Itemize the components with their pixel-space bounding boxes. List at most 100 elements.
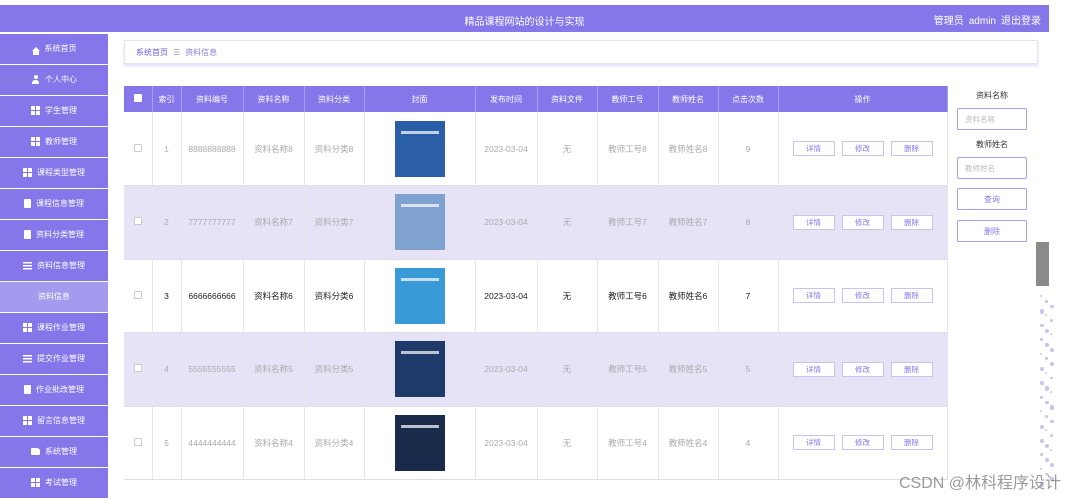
cell-teacher-name: 教师姓名7 [658,185,719,260]
decorative-dot [1040,381,1044,385]
row-checkbox-cell[interactable] [124,259,153,333]
grid-icon [23,416,32,426]
cell-category: 资料分类5 [304,332,365,407]
detail-button[interactable]: 详情 [792,214,835,230]
cell-cover [364,406,476,480]
sidebar-subitem-material-info[interactable]: 资料信息 [0,282,108,312]
table-row: 1 8888888888 资料名称8 资料分类8 2023-03-04 无教师工号8 教师姓… [124,112,948,186]
decorative-dot [1045,386,1050,391]
row-checkbox[interactable] [133,143,142,152]
cell-teacher-name: 教师姓名8 [658,112,719,186]
edit-button[interactable]: 修改 [841,141,884,156]
decorative-dot [1045,371,1047,374]
sidebar-item-course-info[interactable]: 课程信息管理 [0,189,108,219]
row-checkbox-cell[interactable] [124,332,153,407]
sidebar-item-material-categories[interactable]: 资料分类管理 [0,220,108,250]
site-title: 精品课程网站的设计与实现 [464,17,585,28]
sidebar-item-grading[interactable]: 作业批改管理 [0,375,108,405]
column-header: 发布时间 [475,86,538,112]
data-table-container: 索引 资料编号 资料名称 资料分类 封面 发布时间 资料文件 教师工号 教师姓名… [124,86,948,480]
sidebar-item-label: 资料信息管理 [37,261,85,271]
cover-image [394,120,445,177]
sidebar-item-label: 提交作业管理 [37,354,85,364]
sidebar-item-exams[interactable]: 考试管理 [0,468,108,498]
sidebar-item-system[interactable]: 系统管理 [0,437,108,467]
document-icon [24,230,31,240]
cell-teacher-no: 教师工号8 [597,112,659,186]
edit-button[interactable]: 修改 [841,361,884,377]
sidebar-item-teachers[interactable]: 教师管理 [0,127,108,157]
edit-button[interactable]: 修改 [841,435,884,451]
delete-button[interactable]: 删除 [890,214,933,230]
row-checkbox-cell[interactable] [124,112,153,186]
edit-button[interactable]: 修改 [841,288,884,304]
logout-link[interactable]: 退出登录 [1001,16,1041,27]
detail-button[interactable]: 详情 [792,141,835,156]
cell-teacher-name: 教师姓名4 [658,406,719,480]
query-button[interactable]: 查询 [957,188,1027,210]
decorative-dot [1050,391,1052,393]
cell-actions: 详情 修改 删除 [778,259,948,333]
cell-clicks: 8 [718,185,779,260]
list-icon [23,354,32,364]
column-header: 点击次数 [718,86,779,112]
sidebar-item-label: 作业批改管理 [36,385,84,395]
decorative-dot [1045,458,1049,462]
row-checkbox[interactable] [133,290,142,299]
edit-button[interactable]: 修改 [841,214,884,230]
cell-index: 4 [152,332,182,407]
cell-category: 资料分类8 [304,112,365,186]
batch-delete-button[interactable]: 删除 [957,220,1027,242]
material-table: 索引 资料编号 资料名称 资料分类 封面 发布时间 资料文件 教师工号 教师姓名… [124,86,948,480]
breadcrumb: 系统首页 ☰ 资料信息 [124,40,1038,64]
delete-button[interactable]: 删除 [890,435,933,451]
detail-button[interactable]: 详情 [792,435,835,451]
sidebar-item-submitted-homework[interactable]: 提交作业管理 [0,344,108,374]
cell-file: 无 [537,112,598,186]
select-all-checkbox[interactable] [133,94,142,102]
sidebar-item-course-homework[interactable]: 课程作业管理 [0,313,108,343]
detail-button[interactable]: 详情 [792,361,835,377]
name-search-input[interactable]: 资料名称 [957,108,1027,130]
sidebar-item-home[interactable]: 系统首页 [0,34,108,64]
cell-category: 资料分类6 [304,259,365,333]
detail-button[interactable]: 详情 [792,288,835,304]
decorative-dot [1050,405,1055,410]
sidebar-item-profile[interactable]: 个人中心 [0,65,108,95]
row-checkbox[interactable] [133,364,142,373]
search-panel: 资料名称 资料名称 教师姓名 教师姓名 查询 删除 [957,90,1027,242]
sidebar-item-label: 个人中心 [45,75,77,85]
row-checkbox[interactable] [133,437,142,446]
document-icon [24,199,31,209]
cell-index: 1 [152,112,182,186]
table-header-row: 索引 资料编号 资料名称 资料分类 封面 发布时间 资料文件 教师工号 教师姓名… [124,86,948,112]
teacher-search-input[interactable]: 教师姓名 [957,157,1027,179]
decorative-dot [1040,295,1042,297]
row-checkbox[interactable] [133,217,142,226]
cell-teacher-no: 教师工号6 [597,259,659,333]
decorative-dot [1045,328,1050,333]
decorative-dot [1050,333,1052,336]
scrollbar-thumb[interactable] [1036,242,1049,286]
cell-date: 2023-03-04 [475,185,538,260]
decorative-dot [1050,434,1053,437]
delete-button[interactable]: 删除 [890,361,933,377]
select-all-header[interactable] [124,86,153,112]
row-checkbox-cell[interactable] [124,185,153,260]
sidebar-item-label: 教师管理 [45,137,77,147]
sidebar-item-messages[interactable]: 留言信息管理 [0,406,108,436]
grid-icon [31,137,40,147]
delete-button[interactable]: 删除 [890,141,933,156]
sidebar-item-students[interactable]: 学生管理 [0,96,108,126]
delete-button[interactable]: 删除 [890,288,933,304]
cell-date: 2023-03-04 [475,332,538,407]
grid-icon [23,323,32,333]
decorative-dot [1045,299,1048,303]
grid-icon [23,168,32,178]
sidebar-item-material-info-mgmt[interactable]: 资料信息管理 [0,251,108,281]
decorative-dot [1050,419,1054,424]
watermark: CSDN @林科程序设计 [898,475,1061,492]
sidebar-item-course-types[interactable]: 课程类型管理 [0,158,108,188]
row-checkbox-cell[interactable] [124,406,153,480]
breadcrumb-home[interactable]: 系统首页 [136,47,168,58]
